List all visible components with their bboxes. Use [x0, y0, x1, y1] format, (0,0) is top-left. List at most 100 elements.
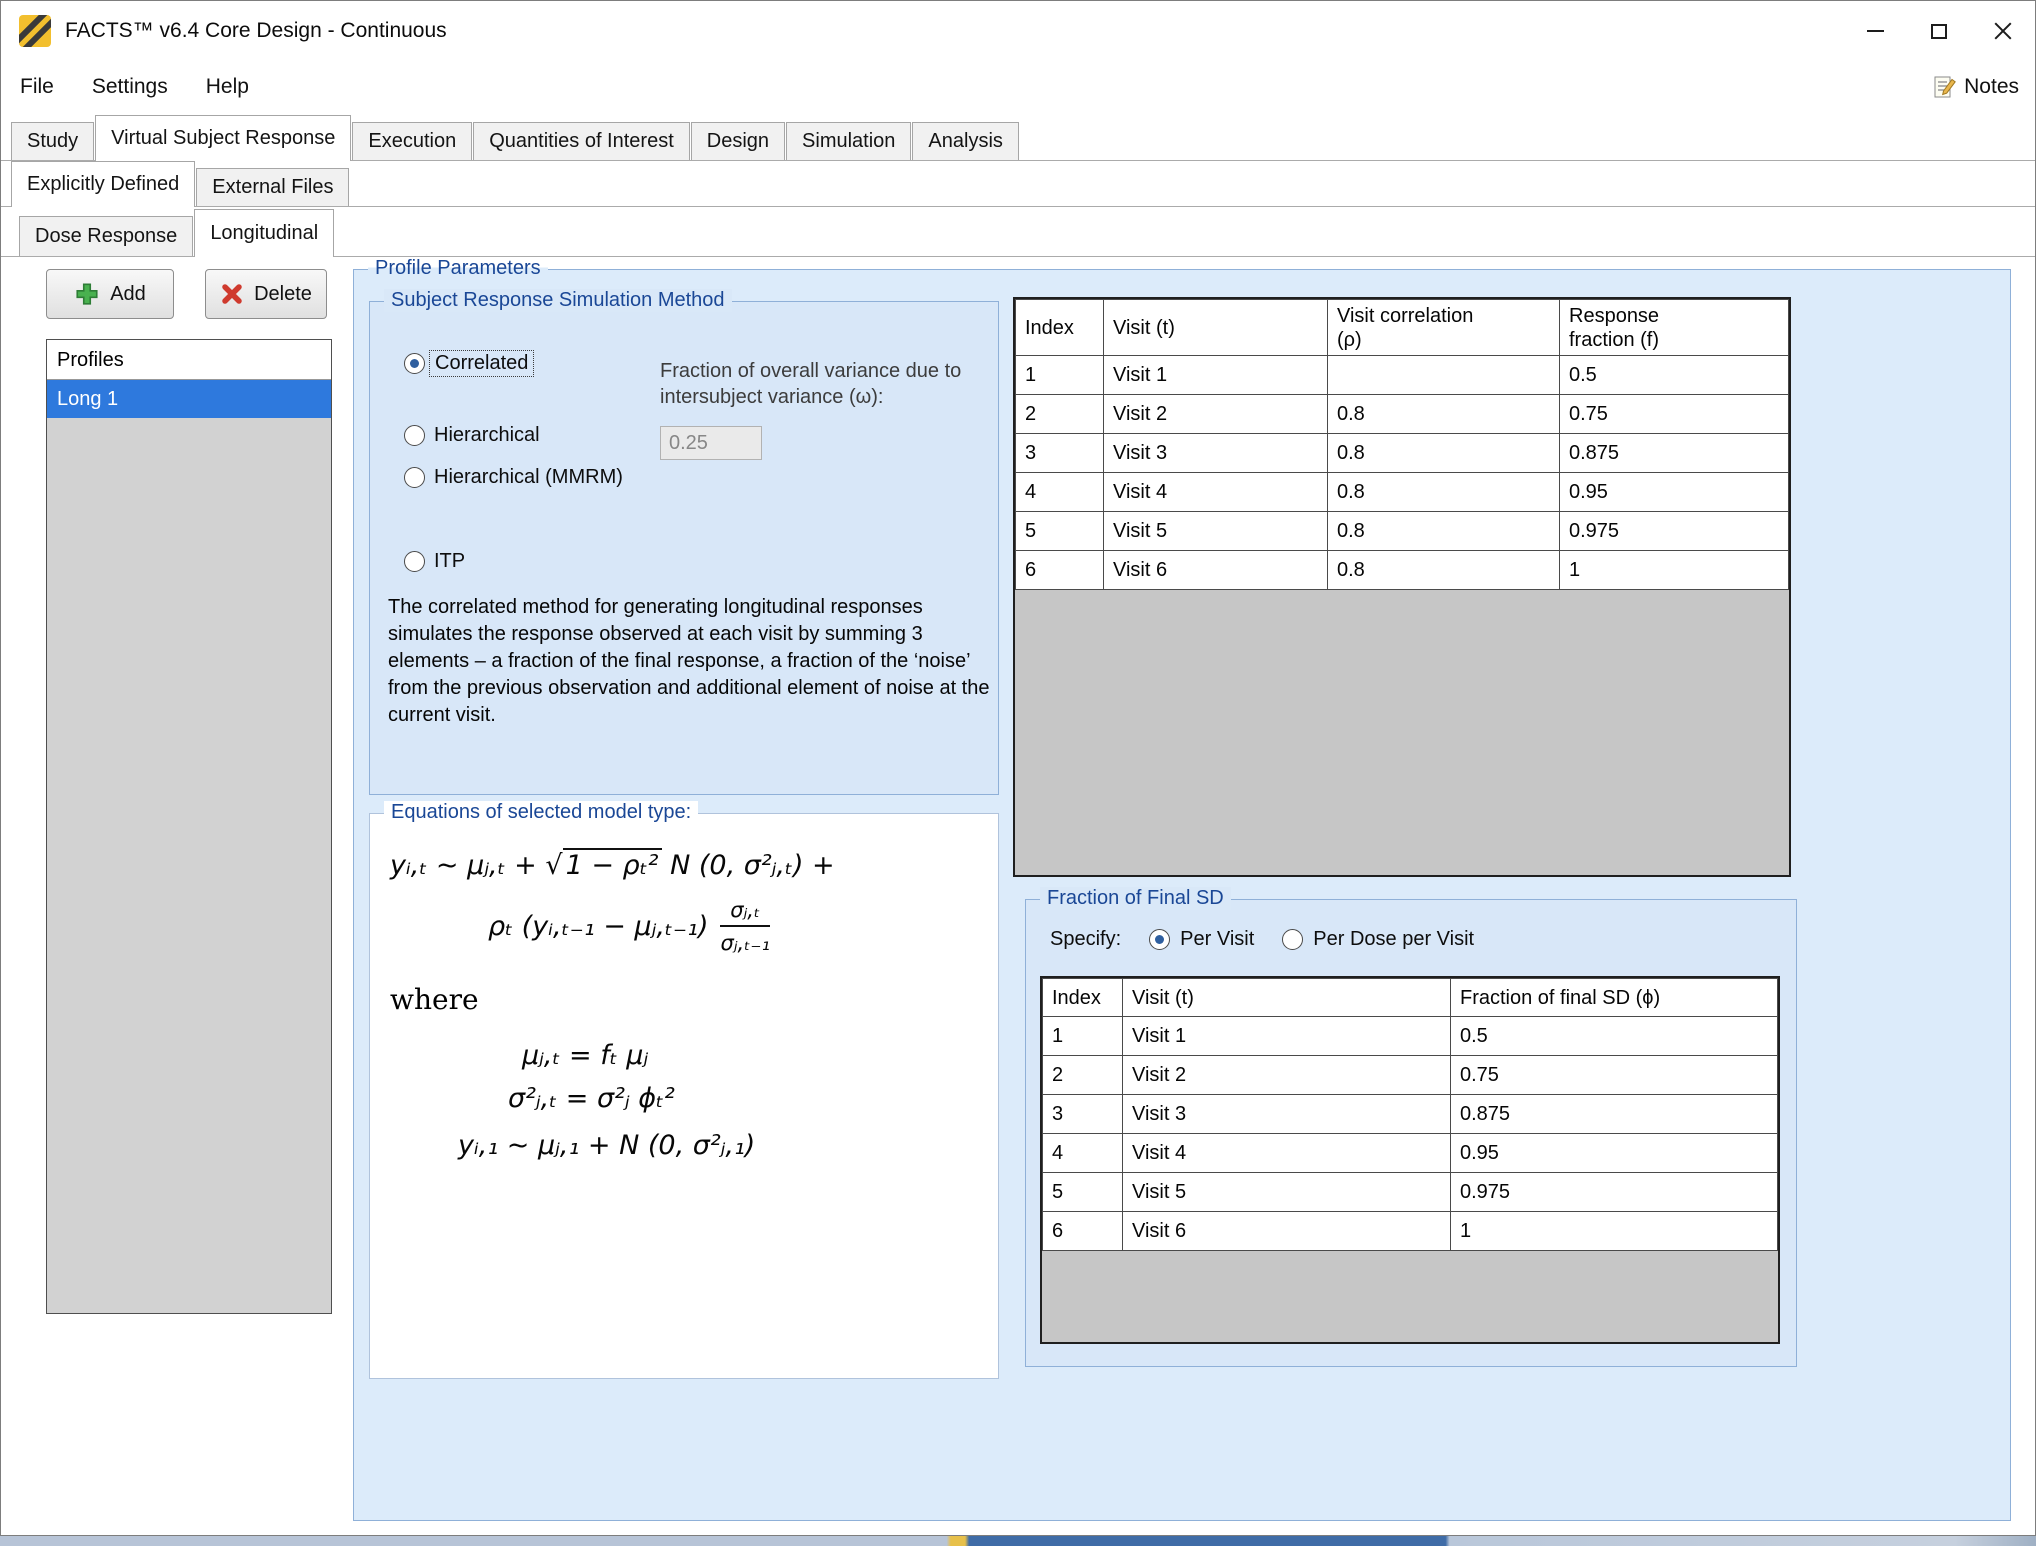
tab-longitudinal[interactable]: Longitudinal: [194, 209, 334, 257]
close-button[interactable]: [1971, 1, 2035, 61]
tab-design[interactable]: Design: [691, 122, 785, 160]
tab-execution[interactable]: Execution: [352, 122, 472, 160]
delete-button-label: Delete: [254, 283, 312, 306]
table-row: 3Visit 30.875: [1043, 1095, 1778, 1134]
radio-hierarchical[interactable]: Hierarchical: [404, 424, 540, 447]
table-cell[interactable]: 3: [1043, 1095, 1123, 1134]
radio-icon-per-dose-per-visit[interactable]: [1282, 929, 1303, 950]
table-cell[interactable]: Visit 2: [1123, 1056, 1451, 1095]
equation-line-2: ρₜ (yᵢ,ₜ₋₁ − μⱼ,ₜ₋₁) σⱼ,ₜ σⱼ,ₜ₋₁: [488, 897, 998, 955]
delete-profile-button[interactable]: Delete: [205, 269, 327, 319]
column-header: Fraction of final SD (ϕ): [1451, 979, 1778, 1017]
add-profile-button[interactable]: Add: [46, 269, 174, 319]
tab-study[interactable]: Study: [11, 122, 94, 160]
equation-line-5: yᵢ,₁ ∼ μⱼ,₁ + N (0, σ²ⱼ,₁): [458, 1130, 998, 1161]
radio-label-itp: ITP: [434, 550, 465, 573]
table-cell[interactable]: 0.95: [1560, 473, 1789, 512]
table-cell[interactable]: Visit 4: [1123, 1134, 1451, 1173]
table-cell[interactable]: 5: [1043, 1173, 1123, 1212]
table-cell[interactable]: 1: [1016, 356, 1104, 395]
radio-itp[interactable]: ITP: [404, 550, 465, 573]
tab-explicitly-defined[interactable]: Explicitly Defined: [11, 161, 195, 207]
equation-line-1: yᵢ,ₜ ∼ μⱼ,ₜ + √1 − ρₜ² N (0, σ²ⱼ,ₜ) +: [390, 850, 998, 881]
variance-fraction-input[interactable]: [660, 426, 762, 460]
table-row: 5Visit 50.975: [1043, 1173, 1778, 1212]
column-header: Index: [1016, 300, 1104, 356]
table-cell[interactable]: 0.8: [1328, 512, 1560, 551]
radio-icon-hierarchical-mmrm: [404, 467, 425, 488]
table-cell[interactable]: 0.975: [1451, 1173, 1778, 1212]
table-row: 3Visit 30.80.875: [1016, 434, 1789, 473]
tab-simulation[interactable]: Simulation: [786, 122, 911, 160]
table-cell[interactable]: 0.875: [1560, 434, 1789, 473]
radio-label-per-dose-per-visit[interactable]: Per Dose per Visit: [1313, 928, 1474, 951]
menu-item-settings[interactable]: Settings: [73, 61, 187, 113]
column-header: Response fraction (f): [1560, 300, 1789, 356]
tab-external-files[interactable]: External Files: [196, 168, 349, 206]
table-cell[interactable]: 0.8: [1328, 551, 1560, 590]
table-cell[interactable]: 0.975: [1560, 512, 1789, 551]
table-cell[interactable]: 6: [1016, 551, 1104, 590]
table-cell[interactable]: Visit 3: [1104, 434, 1328, 473]
tab-analysis[interactable]: Analysis: [912, 122, 1018, 160]
notes-label: Notes: [1964, 75, 2019, 99]
variance-fraction-label: Fraction of overall variance due to inte…: [660, 358, 992, 410]
simulation-method-group: Subject Response Simulation Method Corre…: [369, 301, 999, 795]
table-cell[interactable]: 1: [1560, 551, 1789, 590]
table-cell[interactable]: Visit 1: [1123, 1017, 1451, 1056]
table-cell[interactable]: Visit 5: [1123, 1173, 1451, 1212]
minimize-button[interactable]: [1843, 1, 1907, 61]
table-cell[interactable]: 4: [1016, 473, 1104, 512]
radio-hierarchical-mmrm[interactable]: Hierarchical (MMRM): [404, 466, 623, 489]
profile-list-item[interactable]: Long 1: [47, 380, 331, 418]
table-row: 1Visit 1 0.5: [1016, 356, 1789, 395]
table-cell[interactable]: 0.5: [1451, 1017, 1778, 1056]
method-description: The correlated method for generating lon…: [388, 594, 992, 729]
profiles-list-header: Profiles: [47, 340, 331, 380]
table-cell[interactable]: 0.5: [1560, 356, 1789, 395]
tab-quantities-of-interest[interactable]: Quantities of Interest: [473, 122, 690, 160]
table-cell[interactable]: 1: [1043, 1017, 1123, 1056]
table-cell[interactable]: 0.8: [1328, 473, 1560, 512]
table-cell[interactable]: Visit 1: [1104, 356, 1328, 395]
maximize-button[interactable]: [1907, 1, 1971, 61]
header-row: IndexVisit (t)Visit correlation (ρ)Respo…: [1016, 300, 1789, 356]
table-cell[interactable]: Visit 3: [1123, 1095, 1451, 1134]
table-cell[interactable]: 5: [1016, 512, 1104, 551]
table-row: 2Visit 20.75: [1043, 1056, 1778, 1095]
simulation-method-label: Subject Response Simulation Method: [384, 289, 732, 312]
table-cell[interactable]: Visit 6: [1123, 1212, 1451, 1251]
tab-dose-response[interactable]: Dose Response: [19, 216, 193, 256]
table-cell[interactable]: Visit 5: [1104, 512, 1328, 551]
equations-group: Equations of selected model type: yᵢ,ₜ ∼…: [369, 813, 999, 1379]
menu-item-file[interactable]: File: [1, 61, 73, 113]
minimize-icon: [1867, 30, 1884, 32]
table-cell[interactable]: 6: [1043, 1212, 1123, 1251]
radio-label-hierarchical-mmrm: Hierarchical (MMRM): [434, 466, 623, 489]
table-cell[interactable]: 3: [1016, 434, 1104, 473]
table-cell[interactable]: 0.875: [1451, 1095, 1778, 1134]
radio-label-correlated: Correlated: [429, 350, 534, 377]
table-cell[interactable]: 0.75: [1451, 1056, 1778, 1095]
table-cell[interactable]: 2: [1016, 395, 1104, 434]
table-cell[interactable]: 1: [1451, 1212, 1778, 1251]
table-cell[interactable]: Visit 6: [1104, 551, 1328, 590]
equation-line-4: σ²ⱼ,ₜ = σ²ⱼ ϕₜ²: [508, 1083, 998, 1114]
table-cell[interactable]: 0.8: [1328, 395, 1560, 434]
menu-item-help[interactable]: Help: [187, 61, 268, 113]
table-cell[interactable]: [1328, 356, 1560, 395]
radio-label-per-visit[interactable]: Per Visit: [1180, 928, 1254, 951]
table-cell[interactable]: Visit 2: [1104, 395, 1328, 434]
tab-virtual-subject-response[interactable]: Virtual Subject Response: [95, 115, 351, 161]
radio-correlated[interactable]: Correlated: [404, 350, 534, 377]
table-cell[interactable]: 0.75: [1560, 395, 1789, 434]
radio-icon-per-visit[interactable]: [1149, 929, 1170, 950]
table-cell[interactable]: Visit 4: [1104, 473, 1328, 512]
table-cell[interactable]: 0.8: [1328, 434, 1560, 473]
table-cell[interactable]: 4: [1043, 1134, 1123, 1173]
notes-button[interactable]: Notes: [1931, 74, 2019, 100]
table-row: 6Visit 60.81: [1016, 551, 1789, 590]
table-cell[interactable]: 2: [1043, 1056, 1123, 1095]
delete-x-icon: [220, 282, 244, 306]
table-cell[interactable]: 0.95: [1451, 1134, 1778, 1173]
